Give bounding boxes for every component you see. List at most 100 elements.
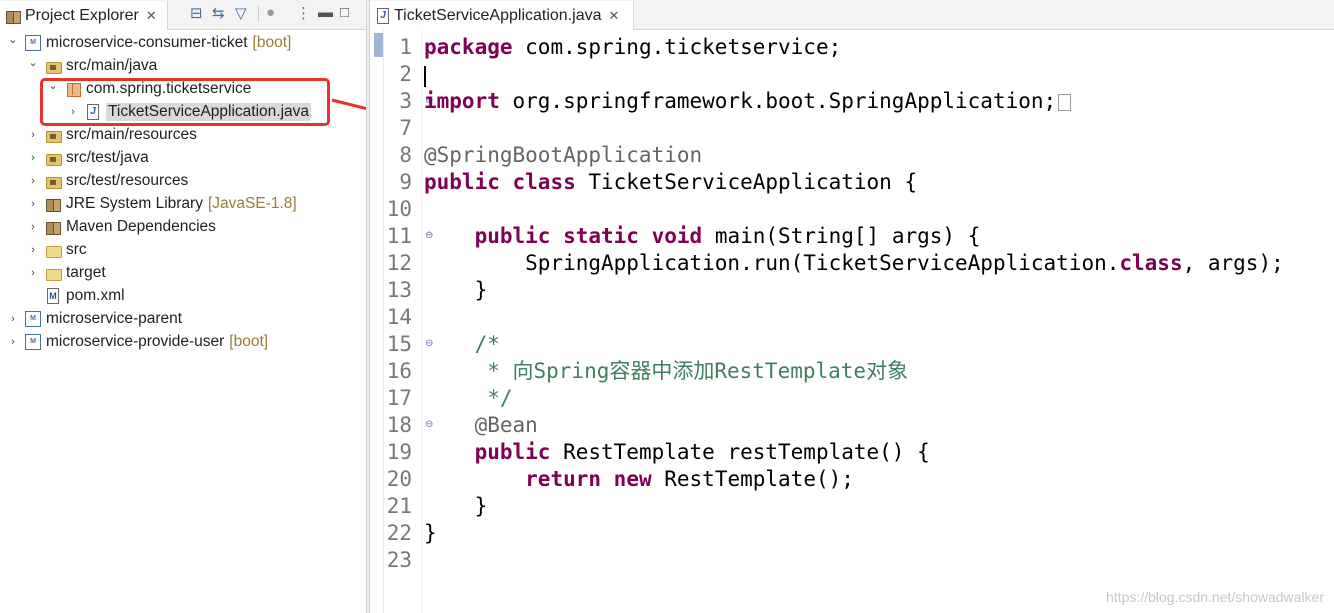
tree-item[interactable]: › src/test/java — [26, 146, 149, 169]
folded-region-indicator[interactable] — [1058, 93, 1072, 111]
tree-item-label: src/test/java — [66, 148, 149, 166]
code-line: SpringApplication.run(TicketServiceAppli… — [424, 250, 1284, 277]
line-number: 2 — [399, 62, 412, 86]
code-token: } — [424, 521, 437, 545]
tree-item-decoration: [boot] — [229, 332, 269, 350]
line-number: 19 — [386, 440, 412, 464]
code-token: void — [651, 224, 703, 248]
explorer-tab-bar: Project Explorer ✕ ⊟ ⇆ ▽ ● ⋮ ▬ □ — [0, 0, 366, 30]
view-menu-icon[interactable]: ● — [266, 4, 275, 21]
code-token: */ — [424, 386, 513, 410]
source-folder-icon — [45, 127, 62, 143]
folder-icon — [45, 242, 62, 258]
tree-item-label: pom.xml — [66, 286, 125, 304]
code-token: static — [563, 224, 639, 248]
line-number: 1 — [399, 35, 412, 59]
chevron-down-icon[interactable]: ⌄ — [6, 33, 20, 47]
line-number: 11 — [386, 224, 412, 248]
chevron-right-icon[interactable]: › — [26, 243, 40, 257]
more-icon[interactable]: ⋮ — [296, 4, 311, 22]
tree-item-label: target — [66, 263, 106, 281]
chevron-right-icon[interactable]: › — [26, 197, 40, 211]
tab-project-explorer[interactable]: Project Explorer ✕ — [0, 1, 168, 30]
chevron-right-icon[interactable]: › — [26, 128, 40, 142]
link-with-editor-icon[interactable]: ⇆ — [212, 4, 225, 22]
tree-item-label: Maven Dependencies — [66, 217, 216, 235]
text-cursor — [424, 66, 426, 87]
chevron-right-icon — [26, 289, 40, 303]
java-file-icon: J — [377, 7, 389, 24]
folder-icon — [45, 265, 62, 281]
line-number: 12 — [386, 251, 412, 275]
tree-item-decoration: [JavaSE-1.8] — [207, 194, 297, 212]
project-explorer-panel: Project Explorer ✕ ⊟ ⇆ ▽ ● ⋮ ▬ □ ⌄ Mmicro… — [0, 0, 366, 613]
tree-item-decoration: [boot] — [252, 33, 292, 51]
tree-item[interactable]: › JRE System Library [JavaSE-1.8] — [26, 192, 297, 215]
editor-tab-bar: J TicketServiceApplication.java ✕ — [370, 0, 1334, 30]
close-icon[interactable]: ✕ — [146, 8, 157, 24]
line-number: 22 — [386, 521, 412, 545]
chevron-right-icon[interactable]: › — [6, 312, 20, 326]
library-icon — [45, 196, 61, 212]
code-token: @Bean — [424, 413, 538, 437]
tree-item[interactable]: › Mmicroservice-parent — [6, 307, 182, 330]
code-line: @Bean — [424, 412, 538, 439]
tree-item[interactable]: › Mmicroservice-provide-user [boot] — [6, 330, 268, 353]
close-icon[interactable]: ✕ — [609, 8, 620, 24]
library-icon — [45, 219, 61, 235]
chevron-right-icon[interactable]: › — [6, 335, 20, 349]
code-line: public static void main(String[] args) { — [424, 223, 981, 250]
code-token: org.springframework.boot.SpringApplicati… — [499, 89, 1057, 113]
line-number: 15 — [386, 332, 412, 356]
tree-item[interactable]: › src/main/resources — [26, 123, 197, 146]
tree-item[interactable]: ⌄ Mmicroservice-consumer-ticket [boot] — [6, 31, 291, 54]
code-line: * 向Spring容器中添加RestTemplate对象 — [424, 358, 908, 385]
tree-item[interactable]: ⌄ src/main/java — [26, 54, 157, 77]
chevron-right-icon[interactable]: › — [26, 151, 40, 165]
chevron-right-icon[interactable]: › — [26, 266, 40, 280]
source-folder-icon — [45, 58, 62, 74]
code-line: /* — [424, 331, 500, 358]
code-token: com.spring.ticketservice; — [512, 35, 842, 59]
minimize-icon[interactable]: ▬ — [318, 4, 333, 21]
collapse-all-icon[interactable]: ⊟ — [190, 4, 203, 22]
code-token: @SpringBootApplication — [424, 143, 703, 167]
tree-item[interactable]: › src/test/resources — [26, 169, 188, 192]
filter-icon[interactable]: ▽ — [235, 4, 247, 22]
line-number: 17 — [386, 386, 412, 410]
chevron-down-icon[interactable]: ⌄ — [26, 56, 40, 70]
tree-item-label: microservice-provide-user — [46, 332, 225, 350]
code-line: */ — [424, 385, 513, 412]
tab-ticketserviceapplication-java[interactable]: J TicketServiceApplication.java ✕ — [370, 1, 634, 30]
source-folder-icon — [45, 173, 62, 189]
code-line: public class TicketServiceApplication { — [424, 169, 917, 196]
tree-item[interactable]: › src — [26, 238, 87, 261]
code-line: } — [424, 520, 437, 547]
tree-item[interactable]: Mpom.xml — [26, 284, 125, 307]
code-token: } — [424, 278, 488, 302]
watermark: https://blog.csdn.net/showadwalker — [1106, 589, 1324, 605]
code-token: , args); — [1182, 251, 1284, 275]
code-token: import — [424, 89, 500, 113]
line-number: 14 — [386, 305, 412, 329]
chevron-right-icon[interactable]: › — [26, 174, 40, 188]
chevron-right-icon[interactable]: › — [26, 220, 40, 234]
code-line: } — [424, 493, 488, 520]
code-line: import org.springframework.boot.SpringAp… — [424, 88, 1072, 115]
tree-item-label: microservice-parent — [46, 309, 183, 327]
tree-item[interactable]: › Maven Dependencies — [26, 215, 216, 238]
code-text-area[interactable]: package com.spring.ticketservice; import … — [421, 31, 1334, 613]
toolbar-separator — [258, 6, 259, 22]
code-token: RestTemplate restTemplate() { — [550, 440, 930, 464]
highlight-box — [40, 78, 330, 126]
code-line: @SpringBootApplication — [424, 142, 702, 169]
maximize-icon[interactable]: □ — [340, 4, 349, 21]
project-icon: M — [25, 34, 41, 51]
code-token: public — [424, 170, 500, 194]
line-number: 8 — [399, 143, 412, 167]
source-folder-icon — [45, 150, 62, 166]
editor-tab-label: TicketServiceApplication.java — [394, 6, 602, 24]
tree-item[interactable]: › target — [26, 261, 106, 284]
